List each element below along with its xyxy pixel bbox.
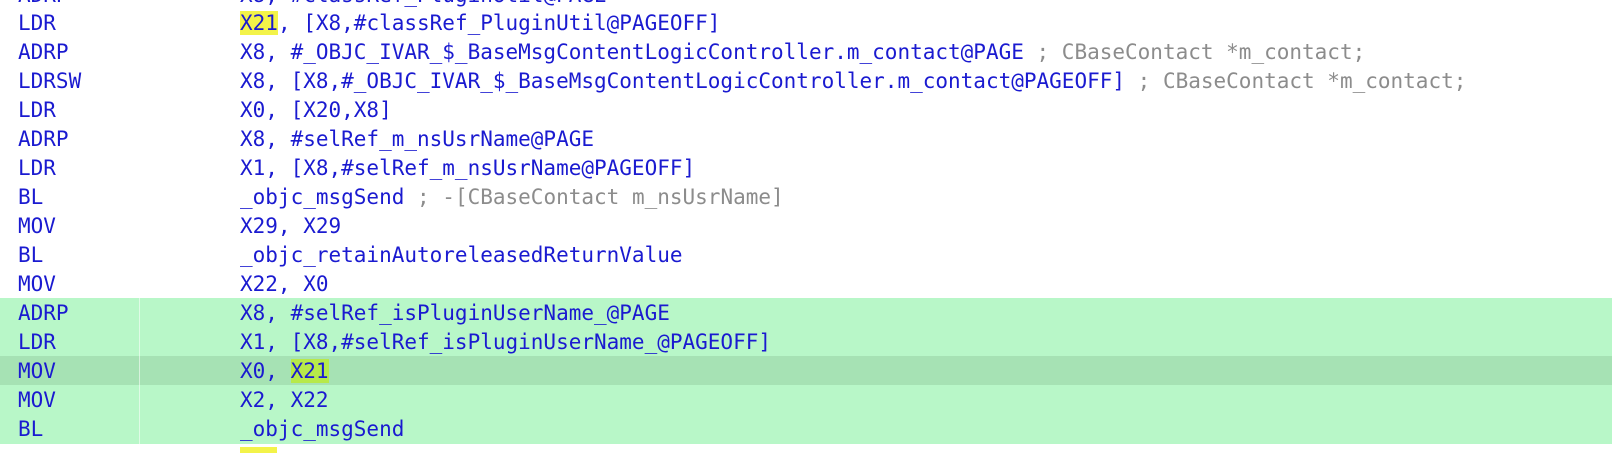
operands: _objc_retainAutoreleasedReturnValue — [240, 243, 683, 267]
operands: X8, #selRef_isPluginUserName_@PAGE — [240, 301, 670, 325]
code-line[interactable]: BL _objc_retainAutoreleasedReturnValue — [0, 240, 1612, 270]
operands-group: _objc_msgSend ; -[CBaseContact m_nsUsrNa… — [240, 182, 784, 212]
operands: X0, — [240, 359, 291, 383]
operands-group: X8, #_OBJC_IVAR_$_BaseMsgContentLogicCon… — [240, 37, 1365, 67]
mnemonic: MOV — [18, 272, 56, 296]
code-line-current[interactable]: MOV X0, X21 — [0, 356, 1612, 386]
code-line[interactable]: LDR X1, [X8,#selRef_m_nsUsrName@PAGEOFF] — [0, 153, 1612, 183]
code-line[interactable]: ADRP X8, #_OBJC_IVAR_$_BaseMsgContentLog… — [0, 37, 1612, 67]
mnemonic: MOV — [0, 385, 140, 415]
mnemonic: LDRSW — [18, 69, 82, 93]
operands: X1, [X8,#selRef_isPluginUserName_@PAGEOF… — [240, 330, 772, 354]
disassembly-listing[interactable]: ADRP X8, #classRef_PluginUtil@PAGE LDR X… — [0, 0, 1612, 464]
mnemonic: LDR — [18, 156, 56, 180]
mnemonic: BL — [18, 243, 44, 267]
operands: _objc_msgSend — [240, 185, 405, 209]
code-line[interactable]: LDR X0, [X20,X8] — [0, 95, 1612, 125]
mnemonic: BL — [0, 414, 140, 444]
operands: X29, X29 — [240, 214, 342, 238]
operands: , [X8,#classRef_PluginUtil@PAGEOFF] — [277, 11, 721, 35]
register-highlight[interactable]: X21 — [240, 11, 278, 35]
operands: _objc_msgSend — [240, 417, 405, 441]
register-highlight[interactable]: X21 — [290, 359, 329, 383]
code-line[interactable]: BL _objc_msgSend ; -[CBaseContact m_nsUs… — [0, 182, 1612, 212]
mnemonic: MOV — [0, 356, 140, 386]
code-line-selected[interactable]: MOV X2, X22 — [0, 385, 1612, 415]
operands: X8, #_OBJC_IVAR_$_BaseMsgContentLogicCon… — [240, 40, 1024, 64]
operands: X0, [X20,X8] — [240, 98, 392, 122]
code-line-selected[interactable]: LDR X1, [X8,#selRef_isPluginUserName_@PA… — [0, 327, 1612, 357]
mnemonic: LDR — [18, 11, 56, 35]
code-line-selected[interactable]: BL _objc_msgSend — [0, 414, 1612, 444]
code-line[interactable]: ADRP X8, #selRef_m_nsUsrName@PAGE — [0, 124, 1612, 154]
code-line-selected[interactable]: ADRP X8, #selRef_isPluginUserName_@PAGE — [0, 298, 1612, 328]
operands-group: X8, [X8,#_OBJC_IVAR_$_BaseMsgContentLogi… — [240, 66, 1466, 96]
operands: X8, #selRef_m_nsUsrName@PAGE — [240, 127, 595, 151]
mnemonic: MOV — [18, 214, 56, 238]
mnemonic: LDR — [0, 327, 140, 357]
comment: ; CBaseContact *m_contact; — [1125, 69, 1467, 93]
operands-group: X0, X21 — [240, 356, 329, 386]
register-highlight-clipped — [240, 447, 277, 453]
code-line[interactable]: LDR X21, [X8,#classRef_PluginUtil@PAGEOF… — [0, 8, 1612, 38]
comment: ; -[CBaseContact m_nsUsrName] — [404, 185, 784, 209]
operands: X2, X22 — [240, 388, 329, 412]
mnemonic: BL — [18, 185, 44, 209]
mnemonic: LDR — [18, 98, 56, 122]
code-line[interactable]: LDRSW X8, [X8,#_OBJC_IVAR_$_BaseMsgConte… — [0, 66, 1612, 96]
comment: ; CBaseContact *m_contact; — [1023, 40, 1366, 64]
operands: X8, [X8,#_OBJC_IVAR_$_BaseMsgContentLogi… — [240, 69, 1126, 93]
operands: X22, X0 — [240, 272, 329, 296]
code-line[interactable]: MOV X22, X0 — [0, 269, 1612, 299]
code-line[interactable]: MOV X29, X29 — [0, 211, 1612, 241]
mnemonic: ADRP — [18, 127, 69, 151]
operands: X1, [X8,#selRef_m_nsUsrName@PAGEOFF] — [240, 156, 696, 180]
operands-group: X21, [X8,#classRef_PluginUtil@PAGEOFF] — [240, 8, 720, 38]
mnemonic: ADRP — [0, 298, 140, 328]
mnemonic: ADRP — [18, 40, 69, 64]
